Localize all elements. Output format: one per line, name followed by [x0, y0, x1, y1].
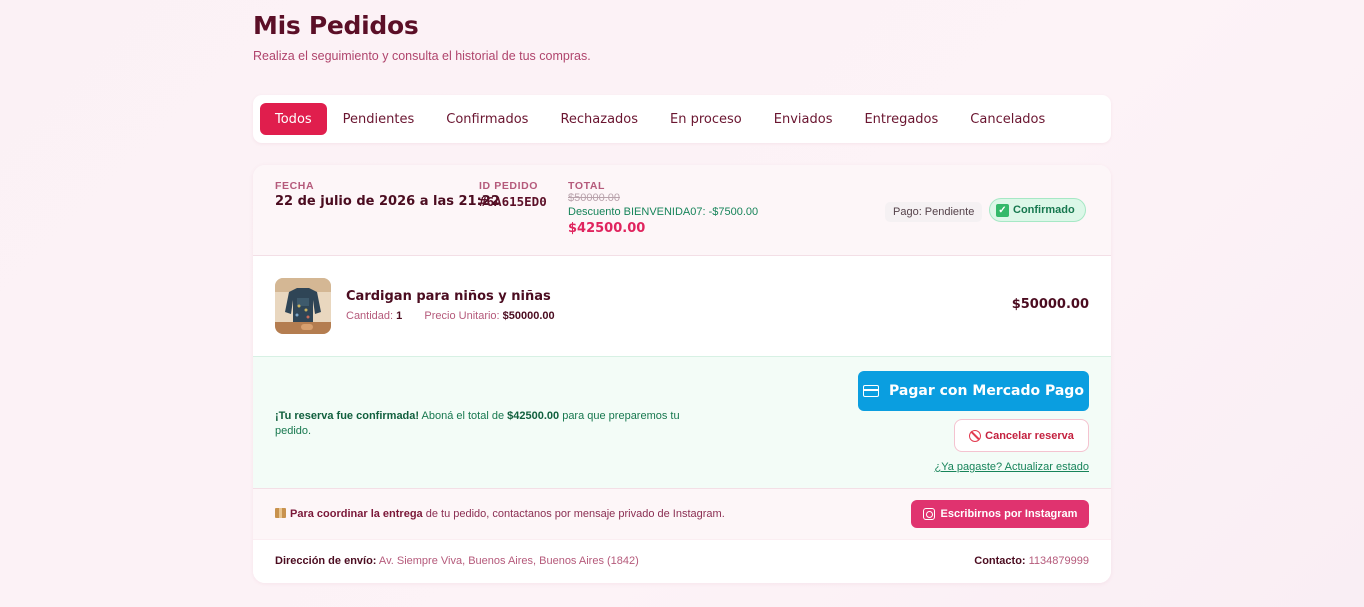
item-line-total: $50000.00 — [1011, 297, 1089, 312]
address-label: Dirección de envío: — [275, 555, 377, 567]
order-id-value: #6A615ED0 — [479, 194, 547, 209]
update-status-link[interactable]: ¿Ya pagaste? Actualizar estado — [934, 461, 1089, 473]
address-value: Av. Siempre Viva, Buenos Aires, Buenos A… — [376, 555, 639, 567]
product-image — [275, 278, 331, 334]
total-original: $50000.00 — [568, 192, 620, 204]
product-name: Cardigan para niños y niñas — [346, 289, 551, 304]
order-filter-tabs: Todos Pendientes Confirmados Rechazados … — [253, 95, 1111, 143]
payment-status-badge: Pago: Pendiente — [885, 202, 983, 222]
total-final: $42500.00 — [568, 221, 646, 236]
delivery-msg-text: de tu pedido, contactanos por mensaje pr… — [422, 508, 725, 520]
quantity-label: Cantidad: — [346, 310, 394, 322]
tab-pendientes[interactable]: Pendientes — [327, 103, 431, 135]
orders-page: Mis Pedidos Realiza el seguimiento y con… — [253, 0, 1111, 583]
date-label: FECHA — [275, 180, 315, 192]
contact-info: Contacto: 1134879999 — [974, 555, 1089, 567]
delivery-message: Para coordinar la entrega de tu pedido, … — [275, 508, 725, 520]
cancel-button-label: Cancelar reserva — [985, 429, 1074, 442]
cancel-reservation-button[interactable]: Cancelar reserva — [954, 419, 1089, 452]
tab-cancelados[interactable]: Cancelados — [954, 103, 1061, 135]
payment-msg-text1: Aboná el total de — [419, 410, 508, 422]
tab-entregados[interactable]: Entregados — [848, 103, 954, 135]
payment-section: ¡Tu reserva fue confirmada! Aboná el tot… — [253, 357, 1111, 489]
tab-todos[interactable]: Todos — [260, 103, 327, 135]
shipping-address: Dirección de envío: Av. Siempre Viva, Bu… — [275, 555, 639, 567]
instagram-button-label: Escribirnos por Instagram — [940, 508, 1078, 520]
check-icon: ✓ — [996, 203, 1009, 217]
payment-msg-strong: ¡Tu reserva fue confirmada! — [275, 410, 420, 422]
product-meta: Cantidad: 1 Precio Unitario: $50000.00 — [346, 310, 555, 322]
package-icon — [275, 508, 286, 518]
order-date: FECHA 22 de julio de 2026 a las 21:22 — [275, 180, 500, 209]
quantity-value: 1 — [396, 310, 403, 322]
order-total: TOTAL $50000.00 Descuento BIENVENIDA07: … — [568, 180, 758, 236]
contact-value: 1134879999 — [1025, 555, 1089, 567]
instagram-button[interactable]: Escribirnos por Instagram — [911, 500, 1089, 528]
payment-message: ¡Tu reserva fue confirmada! Aboná el tot… — [275, 409, 715, 439]
contact-label: Contacto: — [974, 555, 1026, 567]
payment-msg-amount: $42500.00 — [507, 410, 560, 422]
total-label: TOTAL — [568, 180, 606, 192]
pay-mercado-pago-button[interactable]: Pagar con Mercado Pago — [858, 371, 1089, 411]
ban-icon — [969, 429, 982, 442]
credit-card-icon — [863, 385, 880, 397]
page-title: Mis Pedidos — [253, 11, 419, 40]
order-card: FECHA 22 de julio de 2026 a las 21:22 ID… — [253, 165, 1111, 583]
mp-button-label: Pagar con Mercado Pago — [889, 383, 1084, 399]
unit-price-value: $50000.00 — [502, 310, 555, 322]
order-id-label: ID PEDIDO — [479, 180, 539, 192]
status-badge: ✓ Confirmado — [989, 198, 1086, 222]
delivery-msg-strong: Para coordinar la entrega — [290, 508, 423, 520]
discount-line: Descuento BIENVENIDA07: -$7500.00 — [568, 206, 759, 218]
order-header: FECHA 22 de julio de 2026 a las 21:22 ID… — [253, 165, 1111, 256]
tab-rechazados[interactable]: Rechazados — [544, 103, 654, 135]
order-id: ID PEDIDO #6A615ED0 — [479, 180, 547, 209]
delivery-coordination: Para coordinar la entrega de tu pedido, … — [253, 489, 1111, 539]
instagram-icon — [922, 508, 935, 520]
status-label: Confirmado — [1013, 204, 1075, 216]
tab-enviados[interactable]: Enviados — [758, 103, 849, 135]
shipping-info: Dirección de envío: Av. Siempre Viva, Bu… — [253, 539, 1111, 583]
tab-en-proceso[interactable]: En proceso — [654, 103, 758, 135]
order-item: Cardigan para niños y niñas Cantidad: 1 … — [253, 256, 1111, 357]
tab-confirmados[interactable]: Confirmados — [430, 103, 544, 135]
page-subtitle: Realiza el seguimiento y consulta el his… — [253, 49, 591, 63]
date-value: 22 de julio de 2026 a las 21:22 — [275, 194, 500, 209]
unit-price-label: Precio Unitario: — [424, 310, 500, 322]
